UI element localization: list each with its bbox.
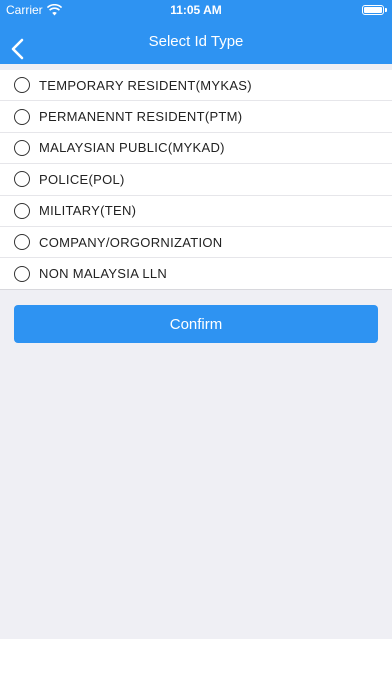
option-company[interactable]: COMPANY/ORGORNIZATION bbox=[0, 227, 392, 259]
option-label: MALAYSIAN PUBLIC(MYKAD) bbox=[39, 140, 225, 156]
option-label: MILITARY(TEN) bbox=[39, 203, 137, 219]
option-permanent-resident[interactable]: PERMANENNT RESIDENT(PTM) bbox=[0, 101, 392, 133]
battery-icon bbox=[362, 5, 387, 15]
radio-button-icon[interactable] bbox=[14, 108, 30, 125]
option-non-malaysia[interactable]: NON MALAYSIA LLN bbox=[0, 258, 392, 290]
confirm-button-label: Confirm bbox=[169, 315, 223, 333]
radio-button-icon[interactable] bbox=[14, 171, 30, 188]
option-label: PERMANENNT RESIDENT(PTM) bbox=[39, 109, 243, 125]
page-title: Select Id Type bbox=[148, 33, 244, 50]
radio-button-icon[interactable] bbox=[14, 234, 30, 251]
option-label: POLICE(POL) bbox=[39, 171, 125, 187]
radio-button-icon[interactable] bbox=[14, 77, 30, 94]
option-label: COMPANY/ORGORNIZATION bbox=[39, 234, 223, 250]
confirm-button[interactable]: Confirm bbox=[14, 305, 378, 343]
radio-button-icon[interactable] bbox=[14, 265, 30, 282]
navigation-bar: Carrier 11:05 AM Select Id Type bbox=[0, 0, 392, 64]
option-label: TEMPORARY RESIDENT(MYKAS) bbox=[39, 77, 252, 93]
option-temporary-resident[interactable]: TEMPORARY RESIDENT(MYKAS) bbox=[0, 70, 392, 102]
status-bar: Carrier 11:05 AM bbox=[0, 0, 392, 20]
option-malaysian-public[interactable]: MALAYSIAN PUBLIC(MYKAD) bbox=[0, 133, 392, 165]
option-military[interactable]: MILITARY(TEN) bbox=[0, 196, 392, 227]
option-police[interactable]: POLICE(POL) bbox=[0, 164, 392, 196]
id-type-list: TEMPORARY RESIDENT(MYKAS) PERMANENNT RES… bbox=[0, 70, 392, 290]
clock: 11:05 AM bbox=[170, 3, 222, 17]
radio-button-icon[interactable] bbox=[14, 139, 30, 156]
option-label: NON MALAYSIA LLN bbox=[39, 266, 168, 282]
radio-button-icon[interactable] bbox=[14, 202, 30, 219]
